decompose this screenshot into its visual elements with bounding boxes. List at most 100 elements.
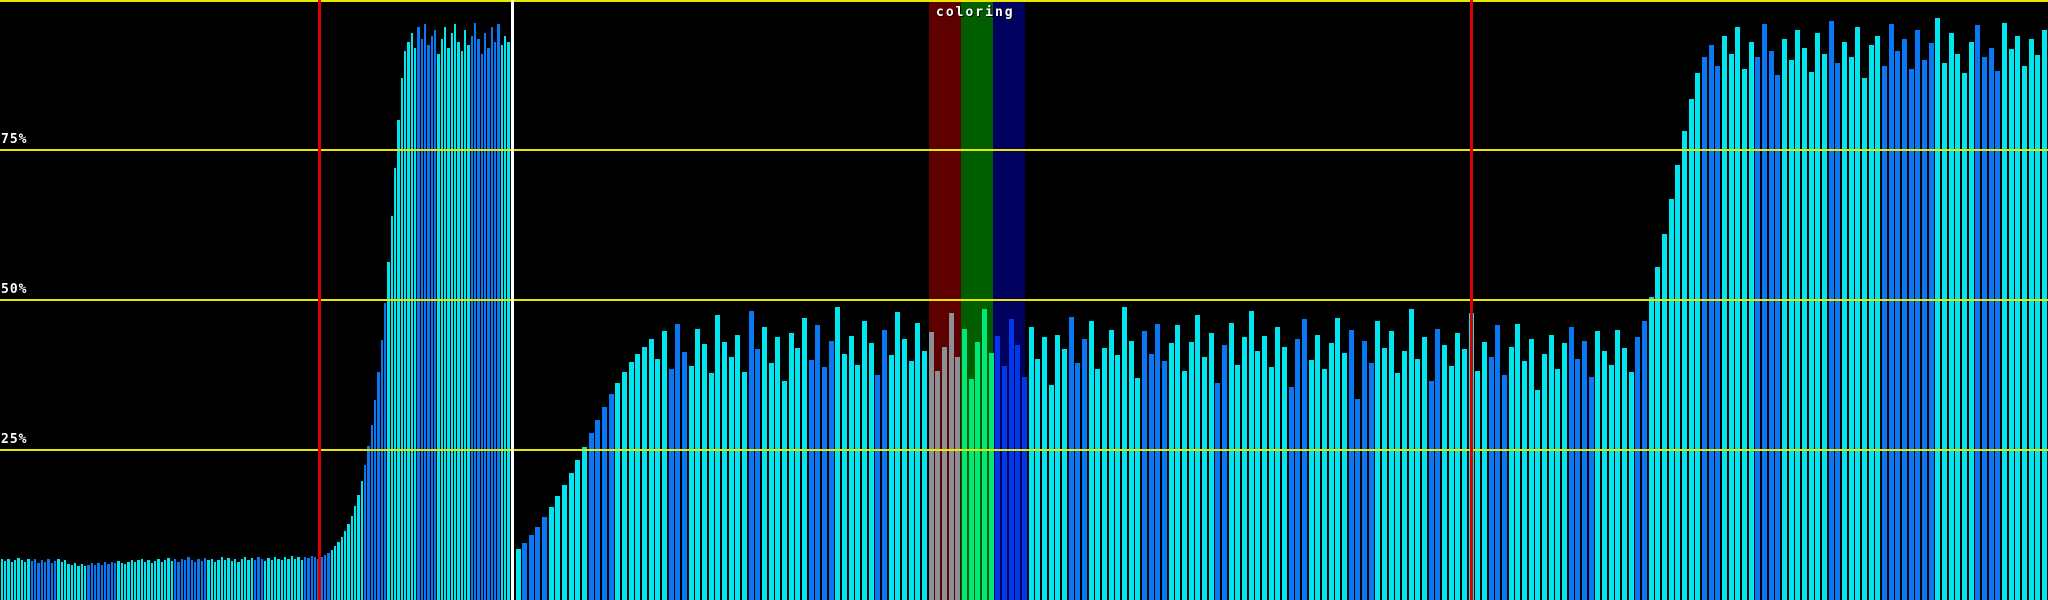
bar (327, 552, 330, 600)
bar (153, 561, 157, 600)
bar (882, 330, 888, 600)
bar (1382, 348, 1388, 600)
coloring-annotation-label: coloring (936, 5, 1015, 20)
bar (1728, 54, 1734, 600)
bar (1102, 348, 1108, 600)
bar (207, 560, 210, 600)
bar (27, 559, 30, 600)
bar (1628, 372, 1634, 600)
bar (1175, 325, 1181, 600)
bar (1202, 357, 1208, 600)
bar (47, 559, 50, 600)
bar (1148, 354, 1154, 600)
bar (83, 566, 87, 600)
bar (815, 325, 821, 600)
bar (1942, 63, 1948, 600)
bar (1235, 364, 1241, 600)
bar (220, 557, 223, 600)
gridline-25 (0, 449, 2048, 451)
bar (253, 560, 257, 600)
bar (1548, 334, 1554, 600)
gridline-75 (0, 149, 2048, 151)
bar (230, 561, 233, 600)
bar (50, 563, 53, 600)
bar (988, 352, 994, 600)
bar (1142, 331, 1148, 600)
bar (802, 318, 808, 600)
bar (928, 332, 934, 600)
bar (895, 312, 901, 600)
bar (33, 558, 37, 600)
bar (414, 48, 417, 600)
bar (320, 556, 324, 600)
bar (982, 309, 988, 600)
bar (474, 22, 477, 600)
bar (407, 42, 410, 600)
bar (868, 343, 874, 600)
bar (1035, 358, 1041, 600)
bar (1768, 51, 1774, 600)
bar (273, 556, 277, 600)
bar (1362, 340, 1368, 600)
bar (1888, 24, 1894, 600)
bar (1402, 351, 1408, 600)
bar (722, 342, 728, 600)
bar (955, 357, 961, 600)
bar (768, 363, 774, 600)
bar (247, 559, 250, 600)
bar (1602, 351, 1608, 600)
bar (875, 375, 881, 600)
bar (237, 561, 240, 600)
bar (1228, 322, 1234, 600)
bar (1068, 316, 1074, 600)
bar (602, 406, 608, 600)
bar (1902, 39, 1908, 600)
bar (1582, 340, 1588, 600)
bar (364, 465, 367, 600)
bar (1702, 57, 1708, 600)
bar (140, 558, 143, 600)
bar (968, 379, 974, 600)
event-marker-line-1 (318, 0, 321, 600)
bar (668, 369, 674, 600)
bar (1755, 57, 1761, 600)
bar (1442, 345, 1448, 600)
bar (1482, 342, 1488, 600)
bar (357, 495, 360, 600)
bar (1655, 267, 1661, 600)
bar (1348, 330, 1354, 600)
bar (497, 24, 500, 600)
bar (1708, 45, 1714, 600)
bar (260, 559, 264, 600)
bar (30, 561, 33, 600)
bar (437, 54, 440, 600)
bar (1262, 336, 1268, 600)
bar (190, 559, 193, 600)
bar (575, 460, 581, 600)
bar (217, 559, 220, 600)
bar (948, 313, 954, 600)
bar (855, 364, 861, 600)
bar (662, 331, 668, 600)
bar (53, 561, 57, 600)
bar (1275, 327, 1281, 600)
bar (1715, 66, 1721, 600)
bar (197, 559, 200, 600)
bar (1575, 358, 1581, 600)
bar (1835, 63, 1841, 600)
bar (1688, 99, 1694, 600)
bar (542, 517, 548, 600)
bar (420, 39, 424, 600)
bar (160, 562, 163, 600)
bar (655, 358, 661, 600)
bar (755, 349, 761, 600)
bar (1922, 60, 1928, 600)
bar (1488, 357, 1494, 600)
bar (942, 346, 948, 600)
bar (117, 561, 120, 600)
bar (1388, 331, 1394, 600)
bar (622, 372, 628, 600)
bar (1462, 349, 1468, 600)
bar (1788, 60, 1794, 600)
bar (173, 559, 177, 600)
